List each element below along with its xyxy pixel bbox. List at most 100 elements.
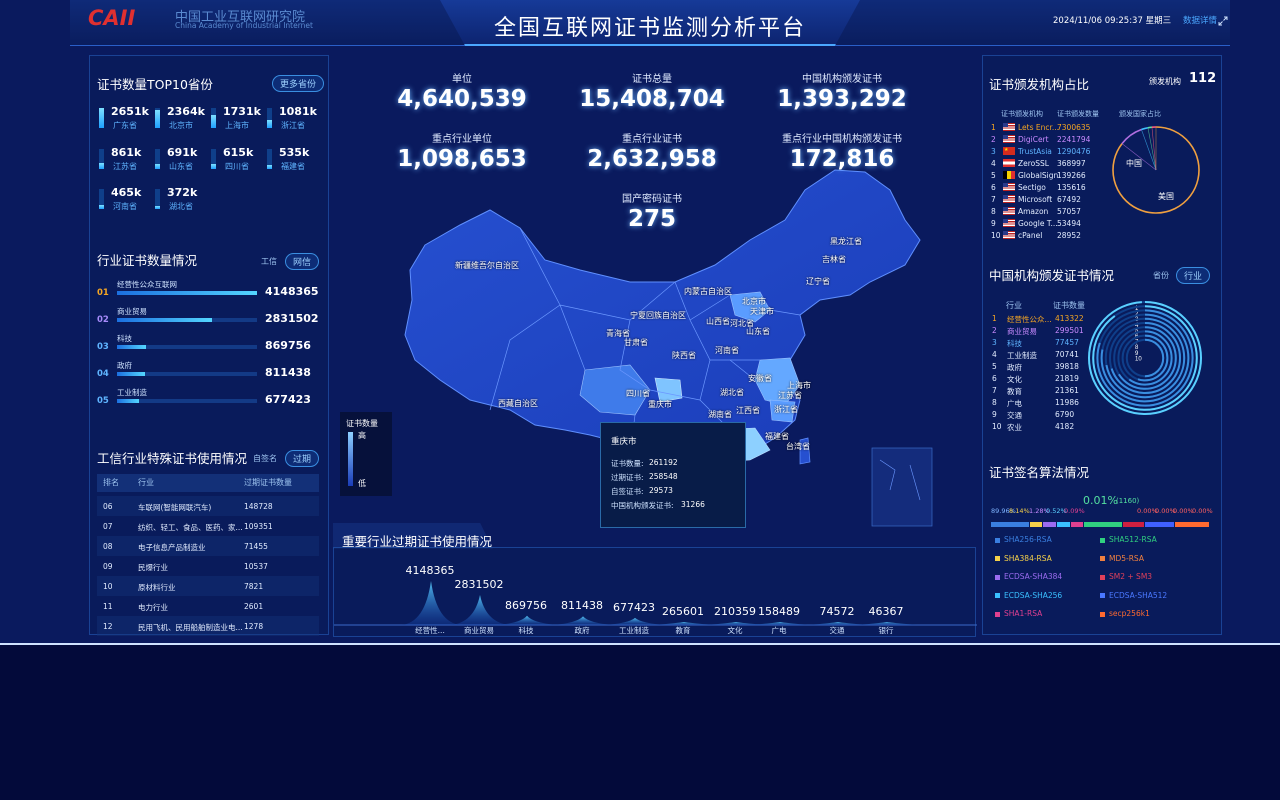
cn-org-filter-label[interactable]: 省份 (1153, 270, 1169, 281)
table-row[interactable]: 08 电子信息产品制造业 71455 (97, 536, 319, 556)
province-item[interactable]: 2364k 北京市 (155, 105, 205, 137)
industry-row[interactable]: 05 工业制造 677423 (97, 387, 319, 413)
algo-legend-item[interactable]: SHA512-RSA (1100, 535, 1157, 544)
cn-org-row[interactable]: 6 文化 21819 (991, 374, 1091, 386)
province-item[interactable]: 465k 河南省 (99, 186, 149, 218)
map-province-label: 陕西省 (672, 351, 696, 360)
industry-bar-fill (117, 399, 140, 403)
area-peak (497, 615, 557, 625)
ca-rank: 9 (991, 219, 996, 228)
legend-label: ECDSA-SHA384 (1004, 572, 1063, 581)
more-provinces-button[interactable]: 更多省份 (272, 75, 325, 92)
org-count: 6790 (1055, 410, 1075, 419)
industry-row[interactable]: 01 经营性公众互联网 4148365 (97, 279, 319, 305)
table-row[interactable]: 09 民爆行业 10537 (97, 556, 319, 576)
province-bar-fill (99, 162, 104, 169)
algo-legend-item[interactable]: ECDSA-SHA256 (995, 591, 1062, 600)
ca-row[interactable]: 3 ★ TrustAsia 1290476 (991, 147, 1101, 159)
cn-org-row[interactable]: 10 农业 4182 (991, 422, 1091, 434)
special-filter-label[interactable]: 自签名 (253, 453, 277, 464)
map-province-label: 四川省 (626, 389, 650, 398)
table-row[interactable]: 07 纺织、轻工、食品、医药、家... 109351 (97, 516, 319, 536)
ca-name: Google T... (1018, 219, 1058, 228)
province-item[interactable]: 2651k 广东省 (99, 105, 149, 137)
cn-org-filter-button[interactable]: 行业 (1176, 267, 1211, 284)
ca-row[interactable]: 9 Google T... 53494 (991, 219, 1101, 231)
industry-bar-fill (117, 372, 145, 376)
province-bar (99, 189, 104, 209)
province-item[interactable]: 861k 江苏省 (99, 146, 149, 178)
province-item[interactable]: 615k 四川省 (211, 146, 261, 178)
industry-row[interactable]: 02 商业贸易 2831502 (97, 306, 319, 332)
map-province-label: 黑龙江省 (830, 237, 862, 246)
province-item[interactable]: 372k 湖北省 (155, 186, 205, 218)
chart-category-label: 科技 (518, 626, 534, 635)
algo-legend-item[interactable]: SHA256-RSA (995, 535, 1052, 544)
map-province-label: 湖北省 (720, 388, 744, 397)
cn-org-row[interactable]: 8 广电 11986 (991, 398, 1091, 410)
industry-filter-button[interactable]: 网信 (285, 253, 320, 270)
org-rank: 8 (992, 398, 997, 407)
ca-row[interactable]: 8 Amazon 57057 (991, 207, 1101, 219)
legend-swatch (995, 556, 1000, 561)
province-bar (211, 149, 216, 169)
province-item[interactable]: 1081k 浙江省 (267, 105, 317, 137)
industry-bar-track (117, 399, 257, 403)
ca-row[interactable]: 6 Sectigo 135616 (991, 183, 1101, 195)
algo-legend-item[interactable]: MD5-RSA (1100, 554, 1144, 563)
province-name: 福建省 (281, 162, 305, 171)
industry-row[interactable]: 04 政府 811438 (97, 360, 319, 386)
algo-legend-item[interactable]: SM2 + SM3 (1100, 572, 1152, 581)
org-rank: 7 (992, 386, 997, 395)
industry-filter-label[interactable]: 工信 (261, 256, 277, 267)
cn-org-row[interactable]: 2 商业贸易 299501 (991, 326, 1091, 338)
industry-rank: 03 (97, 342, 109, 352)
ca-row[interactable]: 7 Microsoft 67492 (991, 195, 1101, 207)
flag-us-icon (1003, 135, 1015, 143)
table-row[interactable]: 12 民用飞机、民用船舶制造业电... 1278 (97, 616, 319, 636)
cn-org-row[interactable]: 5 政府 39818 (991, 362, 1091, 374)
province-item[interactable]: 1731k 上海市 (211, 105, 261, 137)
ca-row[interactable]: 5 GlobalSign 139266 (991, 171, 1101, 183)
province-item[interactable]: 535k 福建省 (267, 146, 317, 178)
province-name: 四川省 (225, 162, 249, 171)
cn-org-row[interactable]: 9 交通 6790 (991, 410, 1091, 422)
algo-legend-item[interactable]: SHA1-RSA (995, 609, 1042, 618)
table-row[interactable]: 11 电力行业 2601 (97, 596, 319, 616)
ca-count: 368997 (1057, 159, 1086, 168)
algo-legend-item[interactable]: ECDSA-SHA384 (995, 572, 1062, 581)
ca-row[interactable]: 4 ZeroSSL 368997 (991, 159, 1101, 171)
cn-org-row[interactable]: 4 工业制造 70741 (991, 350, 1091, 362)
cn-org-row[interactable]: 1 经营性公众... 413322 (991, 314, 1091, 326)
ca-row[interactable]: 10 cPanel 28952 (991, 231, 1101, 243)
legend-label: SHA384-RSA (1004, 553, 1052, 563)
ca-name: Amazon (1018, 207, 1049, 216)
legend-swatch (995, 611, 1000, 617)
special-filter-button[interactable]: 过期 (285, 450, 320, 467)
legend-swatch (1100, 574, 1105, 580)
province-name: 山东省 (169, 162, 193, 171)
map-province-label: 山东省 (746, 327, 770, 336)
algo-legend-item[interactable]: ECDSA-SHA512 (1100, 591, 1167, 600)
algo-legend-item[interactable]: SHA384-RSA (995, 554, 1052, 563)
map-province-label: 宁夏回族自治区 (630, 311, 686, 320)
algo-legend-item[interactable]: secp256k1 (1100, 609, 1150, 618)
map-province-label: 内蒙古自治区 (684, 287, 732, 296)
fullscreen-icon[interactable] (1218, 11, 1228, 26)
province-item[interactable]: 691k 山东省 (155, 146, 205, 178)
province-value: 465k (111, 186, 142, 199)
table-row[interactable]: 10 原材料行业 7821 (97, 576, 319, 596)
province-value: 1081k (279, 105, 317, 118)
details-link[interactable]: 数据详情 (1183, 14, 1217, 26)
org-count: 21361 (1055, 386, 1079, 395)
table-row[interactable]: 06 车联网(智能网联汽车) 148728 (97, 496, 319, 516)
province-bar-fill (99, 108, 104, 128)
cn-org-row[interactable]: 3 科技 77457 (991, 338, 1091, 350)
ca-row[interactable]: 2 DigiCert 2241794 (991, 135, 1101, 147)
cn-org-row[interactable]: 7 教育 21361 (991, 386, 1091, 398)
province-bar-fill (267, 119, 272, 128)
industry-row[interactable]: 03 科技 869756 (97, 333, 319, 359)
algo-percent: 0.00% (1173, 507, 1194, 515)
ca-row[interactable]: 1 Lets Encr... 7300635 (991, 123, 1101, 135)
org-name: 商业贸易 (1007, 327, 1037, 336)
